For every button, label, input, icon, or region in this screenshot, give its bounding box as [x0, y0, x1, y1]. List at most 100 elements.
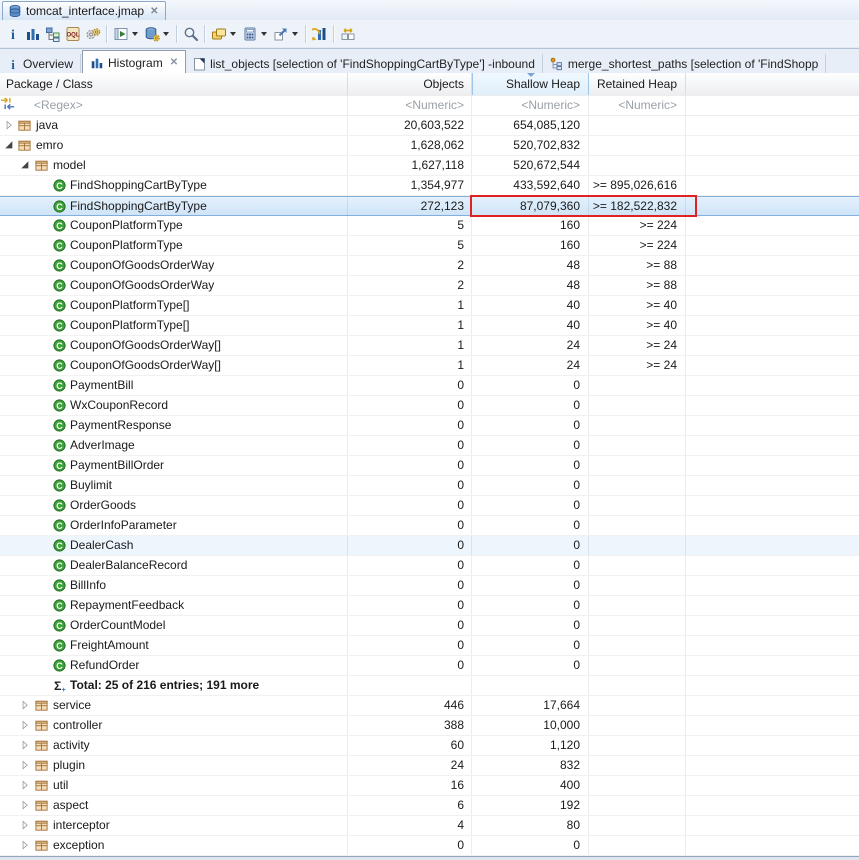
- tab-merge-shortest-paths[interactable]: merge_shortest_paths [selection of 'Find…: [543, 54, 827, 74]
- editor-tab-close-icon[interactable]: ✕: [150, 6, 158, 17]
- table-row[interactable]: emro 1,628,062 520,702,832: [0, 136, 859, 156]
- tree-expand-icon[interactable]: [19, 799, 32, 812]
- numeric-filter-input[interactable]: <Numeric>: [589, 96, 686, 115]
- table-row[interactable]: util 16 400: [0, 776, 859, 796]
- tree-collapse-icon[interactable]: [3, 139, 16, 152]
- tree-expand-icon[interactable]: [19, 839, 32, 852]
- table-row[interactable]: C CouponOfGoodsOrderWay[] 1 24 >= 24: [0, 356, 859, 376]
- table-row[interactable]: C RefundOrder 0 0: [0, 656, 859, 676]
- table-row[interactable]: C FreightAmount 0 0: [0, 636, 859, 656]
- dominator-tree-icon[interactable]: [43, 23, 63, 45]
- class-icon: C: [52, 618, 67, 633]
- table-row[interactable]: C CouponPlatformType[] 1 40 >= 40: [0, 316, 859, 336]
- calculate-retained-size-icon[interactable]: [240, 23, 260, 45]
- dropdown-arrow-icon[interactable]: [132, 31, 138, 36]
- run-expert-test-icon[interactable]: [111, 23, 131, 45]
- table-row[interactable]: C Buylimit 0 0: [0, 476, 859, 496]
- row-label: OrderCountModel: [70, 618, 166, 632]
- cell-shallow-heap: 0: [472, 456, 589, 475]
- table-row[interactable]: aspect 6 192: [0, 796, 859, 816]
- table-row[interactable]: C CouponPlatformType 5 160 >= 224: [0, 236, 859, 256]
- table-row[interactable]: C FindShoppingCartByType 272,123 87,079,360…: [0, 196, 859, 216]
- compare-tables-icon[interactable]: [338, 23, 358, 45]
- dropdown-arrow-icon[interactable]: [230, 31, 236, 36]
- cell-objects: 2: [348, 276, 472, 295]
- table-row[interactable]: C FindShoppingCartByType 1,354,977 433,592,…: [0, 176, 859, 196]
- export-icon[interactable]: [271, 23, 291, 45]
- class-icon: C: [52, 638, 67, 653]
- filter-row[interactable]: <Regex> <Numeric> <Numeric> <Numeric>: [0, 96, 859, 116]
- editor-tab-bar: tomcat_interface.jmap ✕: [0, 0, 859, 21]
- tree-collapse-icon[interactable]: [19, 159, 32, 172]
- svg-text:C: C: [56, 361, 63, 371]
- table-row[interactable]: C WxCouponRecord 0 0: [0, 396, 859, 416]
- group-result-icon[interactable]: [209, 23, 229, 45]
- info-icon[interactable]: i: [3, 23, 23, 45]
- dropdown-arrow-icon[interactable]: [163, 31, 169, 36]
- svg-text:C: C: [56, 381, 63, 391]
- cell-shallow-heap: 433,592,640: [472, 176, 589, 195]
- table-row[interactable]: C CouponPlatformType[] 1 40 >= 40: [0, 296, 859, 316]
- table-row[interactable]: activity 60 1,120: [0, 736, 859, 756]
- tab-close-icon[interactable]: ✕: [170, 57, 178, 68]
- table-row[interactable]: C CouponOfGoodsOrderWay[] 1 24 >= 24: [0, 336, 859, 356]
- dropdown-arrow-icon[interactable]: [292, 31, 298, 36]
- refresh-histogram-icon[interactable]: [310, 23, 330, 45]
- dropdown-arrow-icon[interactable]: [261, 31, 267, 36]
- table-row[interactable]: java 20,603,522 654,085,120: [0, 116, 859, 136]
- tree-expand-icon[interactable]: [19, 719, 32, 732]
- table-row[interactable]: controller 388 10,000: [0, 716, 859, 736]
- column-header-retained-heap[interactable]: Retained Heap: [589, 73, 686, 95]
- table-row[interactable]: C DealerBalanceRecord 0 0: [0, 556, 859, 576]
- table-row[interactable]: C BillInfo 0 0: [0, 576, 859, 596]
- table-row[interactable]: Σ + Total: 25 of 216 entries; 191 more: [0, 676, 859, 696]
- tab-overview[interactable]: i Overview: [0, 54, 82, 74]
- tree-expand-icon[interactable]: [19, 819, 32, 832]
- cell-objects: 20,603,522: [348, 116, 472, 135]
- column-header-shallow-heap[interactable]: Shallow Heap: [472, 73, 589, 95]
- table-row[interactable]: C CouponOfGoodsOrderWay 2 48 >= 88: [0, 256, 859, 276]
- class-icon: C: [52, 518, 67, 533]
- row-label: PaymentBill: [70, 378, 134, 392]
- tree-expand-icon[interactable]: [19, 699, 32, 712]
- table-row[interactable]: C OrderGoods 0 0: [0, 496, 859, 516]
- table-row[interactable]: C CouponOfGoodsOrderWay 2 48 >= 88: [0, 276, 859, 296]
- table-row[interactable]: C CouponPlatformType 5 160 >= 224: [0, 216, 859, 236]
- table-row[interactable]: C AdverImage 0 0: [0, 436, 859, 456]
- tree-expand-icon[interactable]: [19, 759, 32, 772]
- column-header-objects[interactable]: Objects: [348, 73, 472, 95]
- tab-list-objects[interactable]: list_objects [selection of 'FindShopping…: [186, 54, 543, 74]
- editor-tab-heapdump[interactable]: tomcat_interface.jmap ✕: [2, 1, 167, 20]
- svg-text:C: C: [56, 481, 63, 491]
- oql-icon[interactable]: OQL: [63, 23, 83, 45]
- table-row[interactable]: interceptor 4 80: [0, 816, 859, 836]
- table-row[interactable]: C DealerCash 0 0: [0, 536, 859, 556]
- query-browser-icon[interactable]: [142, 23, 162, 45]
- tree-expand-icon[interactable]: [19, 779, 32, 792]
- table-row[interactable]: service 446 17,664: [0, 696, 859, 716]
- cell-shallow-heap: 160: [472, 216, 589, 235]
- regex-filter-input[interactable]: <Regex>: [34, 96, 83, 115]
- column-header-package-class[interactable]: Package / Class: [0, 73, 348, 95]
- table-row[interactable]: C PaymentBillOrder 0 0: [0, 456, 859, 476]
- find-icon[interactable]: [181, 23, 201, 45]
- numeric-filter-input[interactable]: <Numeric>: [348, 96, 472, 115]
- table-row[interactable]: plugin 24 832: [0, 756, 859, 776]
- table-row[interactable]: C PaymentResponse 0 0: [0, 416, 859, 436]
- numeric-filter-input[interactable]: <Numeric>: [472, 96, 589, 115]
- tree-expand-icon[interactable]: [3, 119, 16, 132]
- table-row[interactable]: C OrderCountModel 0 0: [0, 616, 859, 636]
- table-row[interactable]: exception 0 0: [0, 836, 859, 856]
- table-row[interactable]: C OrderInfoParameter 0 0: [0, 516, 859, 536]
- tab-histogram[interactable]: Histogram ✕: [82, 50, 187, 74]
- cell-objects: 1,627,118: [348, 156, 472, 175]
- table-row[interactable]: C PaymentBill 0 0: [0, 376, 859, 396]
- tree-expand-icon[interactable]: [19, 739, 32, 752]
- table-rows: java 20,603,522 654,085,120 emro 1,628,062 52…: [0, 116, 859, 856]
- eclipse-mat-window: tomcat_interface.jmap ✕ i OQL i Overview…: [0, 0, 859, 860]
- create-histogram-icon[interactable]: [23, 23, 43, 45]
- table-row[interactable]: C RepaymentFeedback 0 0: [0, 596, 859, 616]
- expert-system-icon[interactable]: [83, 23, 103, 45]
- cell-objects: 0: [348, 536, 472, 555]
- table-row[interactable]: model 1,627,118 520,672,544: [0, 156, 859, 176]
